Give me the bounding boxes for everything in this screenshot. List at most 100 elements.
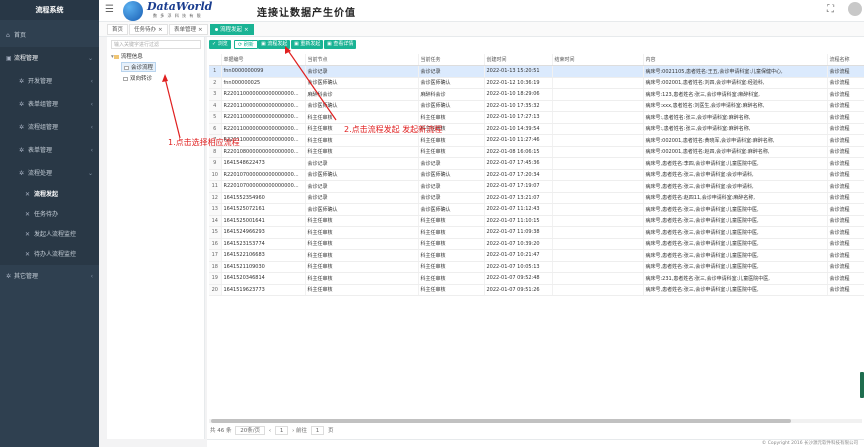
column-header[interactable]: 单据编号 — [221, 54, 306, 66]
sidebar-item-task-todo[interactable]: ✕ 任务待办 — [0, 205, 99, 225]
table-cell: 病床号,患者姓名:张三,会诊申请科室:儿童医院中医, — [643, 261, 828, 273]
table-cell: R220110000000000000000... — [221, 100, 306, 112]
goto-page-input[interactable]: 1 — [310, 426, 325, 435]
horizontal-scrollbar[interactable] — [209, 419, 862, 423]
table-row[interactable]: 3 R220110000000000000000... 麻醉科会诊 麻醉科会诊 2022… — [209, 88, 864, 101]
sidebar-item-process-handling[interactable]: ✲ 流程处理 ⌄ — [0, 162, 99, 185]
table-cell: 病床号,患者姓名:张三,会诊申请科室:儿童医院中医, — [643, 226, 828, 239]
table-cell: 1 — [209, 65, 222, 78]
column-header[interactable]: 当前节点 — [305, 54, 419, 66]
table-row[interactable]: 19 1641520346814 科主任审核 科主任审核 2022-01-07 09:5… — [209, 272, 864, 285]
table-row[interactable]: 2 fnn000000025 会诊医师确认 会诊医师确认 2022-01-12 10:3… — [209, 77, 864, 89]
sidebar-item-other-management[interactable]: ✲ 其它管理 ‹ — [0, 265, 99, 288]
table-row[interactable]: 17 1641522106683 科主任审核 科主任审核 2022-01-07 10:2… — [209, 249, 864, 262]
initiate-process-button[interactable]: ▣ 流程发起 — [258, 40, 291, 49]
sidebar-item-assignee-monitor[interactable]: ✕ 待办人流程监控 — [0, 245, 99, 265]
table-cell: 会诊流程 — [827, 169, 864, 181]
sidebar-item-form-group-management[interactable]: ✲ 表单组管理 ‹ — [0, 93, 99, 116]
table-cell: 病床号:002001,患者姓名:黄晓军,会诊申请科室:麻醉名称, — [643, 134, 828, 147]
table-row[interactable]: 6 R220110000000000000000... 科主任审核 科主任审核 2022… — [209, 123, 864, 135]
user-avatar[interactable] — [848, 2, 862, 16]
tree-node-root[interactable]: ▾ 流程信息 — [111, 52, 143, 60]
browse-button[interactable]: ✓ 浏览 — [209, 40, 231, 49]
page-unit-label: 页 — [328, 428, 334, 434]
table-row[interactable]: 10 R220107000000000000000... 会诊医师确认 会诊医师确认 2… — [209, 169, 864, 181]
sidebar-item-process-initiate[interactable]: ✕ 流程发起 — [0, 185, 99, 205]
page-size-select[interactable]: 20条/页 — [235, 426, 266, 435]
table-cell: 会诊流程 — [827, 215, 864, 227]
sidebar-item-dev-management[interactable]: ✲ 开发管理 ‹ — [0, 70, 99, 93]
fullscreen-icon[interactable]: ⛶ — [827, 4, 834, 15]
column-header[interactable]: 创建时间 — [484, 54, 553, 66]
table-row[interactable]: 5 R220110000000000000000... 科主任审核 科主任审核 2022… — [209, 111, 864, 124]
table-row[interactable]: 18 1641521109030 科主任审核 科主任审核 2022-01-07 10:0… — [209, 261, 864, 273]
table-cell: 病床号:123,患者姓名:张三,会诊申请科室:麻醉科室, — [643, 88, 828, 101]
sidebar-item-form-management[interactable]: ✲ 表单管理 ‹ — [0, 139, 99, 162]
table-row[interactable]: 14 1641525001641 科主任审核 科主任审核 2022-01-07 11:1… — [209, 215, 864, 227]
table-cell: fnn000000025 — [221, 77, 306, 89]
process-tree-panel: 输入关键字进行过滤 ▾ 流程信息 会诊流程 双向转诊 — [107, 37, 205, 439]
table-cell: 科主任审核 — [418, 215, 485, 227]
side-drawer-handle[interactable] — [860, 372, 864, 398]
table-row[interactable]: 16 1641523153774 科主任审核 科主任审核 2022-01-07 10:3… — [209, 238, 864, 250]
table-cell: 会诊医师确认 — [305, 203, 419, 216]
table-cell: 2022-01-13 15:20:51 — [484, 65, 553, 78]
next-page-button[interactable]: › — [292, 428, 294, 434]
prev-page-button[interactable]: ‹ — [269, 428, 271, 434]
table-cell: 科主任审核 — [418, 134, 485, 147]
scrollbar-thumb[interactable] — [211, 419, 791, 423]
table-row[interactable]: 1 fnn0000000099 会诊记录 会诊记录 2022-01-13 15:20:5… — [209, 65, 864, 78]
table-cell: 科主任审核 — [418, 261, 485, 273]
table-cell: 病床号,患者姓名:张三,会诊申请科室:儿童医院中医, — [643, 203, 828, 216]
table-row[interactable]: 8 R220108000000000000000... 科主任审核 科主任审核 2022… — [209, 146, 864, 158]
tree-node-consultation[interactable]: 会诊流程 — [121, 62, 157, 72]
tab-home[interactable]: 首页 — [107, 24, 129, 35]
brand-name: DataWorld — [147, 0, 213, 13]
tab-bar: 首页 任务待办 × 表单管理 × 流程发起 × — [99, 22, 864, 37]
table-row[interactable]: 9 1641548622473 会诊记录 会诊记录 2022-01-07 17:45:3… — [209, 157, 864, 170]
table-cell: 1641548622473 — [221, 157, 306, 170]
tab-process-initiate[interactable]: 流程发起 × — [210, 24, 254, 35]
refresh-button[interactable]: ⟳ 刷新 — [234, 40, 258, 49]
table-cell: 会诊记录 — [305, 192, 419, 204]
table-cell: 病床号:231,患者姓名:张三,会诊申请科室:儿童医院中医, — [643, 272, 828, 285]
sidebar: 流程系统 ⌂ 首页 ▣ 流程管理 ⌄ ✲ 开发管理 ‹ ✲ 表单组管理 ‹ ✲ … — [0, 0, 99, 447]
sidebar-item-home[interactable]: ⌂ 首页 — [0, 24, 99, 47]
table-cell: 2022-01-10 17:35:32 — [484, 100, 553, 112]
table-row[interactable]: 13 1641525072161 会诊医师确认 会诊医师确认 2022-01-07 11… — [209, 203, 864, 216]
sidebar-item-initiator-monitor[interactable]: ✕ 发起人流程监控 — [0, 225, 99, 245]
reinitiate-button[interactable]: ▣ 重新发起 — [291, 40, 324, 49]
page-number[interactable]: 1 — [274, 426, 289, 435]
view-details-button[interactable]: ▣ 查看详情 — [324, 40, 357, 49]
sidebar-item-process-group-management[interactable]: ✲ 流程组管理 ‹ — [0, 116, 99, 139]
main-content: ✓ 浏览 ⟳ 刷新 ▣ 流程发起 ▣ 重新发起 ▣ 查看详情 单据编号 当前节点… — [207, 37, 864, 439]
tab-task-todo[interactable]: 任务待办 × — [129, 24, 168, 35]
top-header: ☰ DataWorld 数 多 浮 科 技 有 限 连接让数据产生价值 ⛶ — [99, 0, 864, 22]
table-cell: 会诊医师确认 — [418, 169, 485, 181]
gear-icon: ✲ — [19, 147, 25, 154]
tab-form-management[interactable]: 表单管理 × — [169, 24, 208, 35]
brand-logo — [123, 1, 143, 21]
table-cell: 科主任审核 — [418, 146, 485, 158]
table-row[interactable]: 7 R220110000000000000000... 科主任审核 科主任审核 2022… — [209, 134, 864, 147]
table-row[interactable]: 15 1641524966293 科主任审核 科主任审核 2022-01-07 11:0… — [209, 226, 864, 239]
table-cell — [552, 284, 644, 296]
table-cell — [552, 238, 644, 250]
table-cell: 科主任审核 — [305, 249, 419, 262]
column-header[interactable]: 当前任务 — [418, 54, 485, 66]
table-cell — [552, 169, 644, 181]
menu-toggle-icon[interactable]: ☰ — [105, 4, 114, 15]
table-row[interactable]: 4 R220110000000000000000... 会诊医师确认 会诊医师确认 20… — [209, 100, 864, 112]
column-header[interactable]: 内容 — [643, 54, 828, 66]
column-header[interactable]: 流程名称 — [827, 54, 864, 66]
table-cell: 11 — [209, 180, 222, 193]
tree-filter-input[interactable]: 输入关键字进行过滤 — [111, 40, 201, 49]
table-row[interactable]: 20 1641519623773 科主任审核 科主任审核 2022-01-07 09:5… — [209, 284, 864, 296]
tree-node-referral[interactable]: 双向转诊 — [123, 74, 152, 82]
table-cell: 17 — [209, 249, 222, 262]
table-row[interactable]: 11 R220107000000000000000... 会诊记录 会诊记录 2022-… — [209, 180, 864, 193]
table-row[interactable]: 12 1641552354960 会诊记录 会诊记录 2022-01-07 13:21:… — [209, 192, 864, 204]
column-header[interactable]: 结束时间 — [552, 54, 644, 66]
sidebar-item-process-management[interactable]: ▣ 流程管理 ⌄ — [0, 47, 99, 70]
table-cell: 病床号:002001,患者姓名:赵四,会诊申请科室:麻醉名称, — [643, 146, 828, 158]
